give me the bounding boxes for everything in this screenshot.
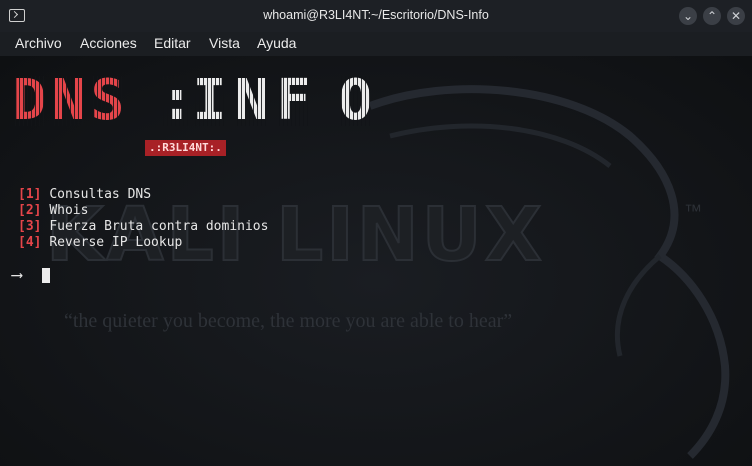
window-title: whoami@R3LI4NT:~/Escritorio/DNS-Info	[263, 8, 489, 22]
menu-editar[interactable]: Editar	[154, 35, 191, 51]
prompt-arrow: ⟶	[12, 265, 22, 284]
banner-letter: F	[276, 68, 311, 133]
banner-letter: I	[192, 68, 227, 133]
banner-letter: N	[51, 68, 86, 133]
menu-bar: Archivo Acciones Editar Vista Ayuda	[0, 32, 752, 56]
trademark-symbol: ™	[684, 201, 702, 221]
option-label: Fuerza Bruta contra dominios	[49, 219, 269, 234]
kali-quote-watermark: “the quieter you become, the more you ar…	[64, 310, 513, 332]
menu-acciones[interactable]: Acciones	[80, 35, 137, 51]
option-number: [4]	[18, 235, 42, 250]
menu-vista[interactable]: Vista	[209, 35, 240, 51]
author-tag: .:R3LI4NT:.	[145, 140, 226, 156]
list-item: [2] Whois	[18, 203, 88, 219]
banner-letter: D	[12, 68, 47, 133]
option-number: [2]	[18, 203, 42, 218]
option-label: Reverse IP Lookup	[49, 235, 183, 250]
terminal-window: whoami@R3LI4NT:~/Escritorio/DNS-Info ⌄ ⌃…	[0, 0, 752, 466]
minimize-button[interactable]: ⌄	[679, 7, 697, 25]
close-button[interactable]: ✕	[727, 7, 745, 25]
list-item: [1] Consultas DNS	[18, 187, 151, 203]
title-bar[interactable]: whoami@R3LI4NT:~/Escritorio/DNS-Info ⌄ ⌃…	[0, 0, 752, 33]
maximize-button[interactable]: ⌃	[703, 7, 721, 25]
option-number: [1]	[18, 187, 42, 202]
list-item: [4] Reverse IP Lookup	[18, 235, 182, 251]
list-item: [3] Fuerza Bruta contra dominios	[18, 219, 268, 235]
banner-letter: N	[234, 68, 269, 133]
banner-letter: O	[338, 68, 373, 133]
option-label: Whois	[49, 203, 89, 218]
option-label: Consultas DNS	[49, 187, 152, 202]
menu-ayuda[interactable]: Ayuda	[257, 35, 296, 51]
banner-separator: :	[160, 68, 194, 133]
option-number: [3]	[18, 219, 42, 234]
terminal-output[interactable]: KALI LINUX ™ “the quieter you become, th…	[0, 56, 752, 466]
menu-archivo[interactable]: Archivo	[15, 35, 62, 51]
text-cursor[interactable]	[42, 268, 50, 283]
banner-letter: S	[90, 68, 125, 133]
